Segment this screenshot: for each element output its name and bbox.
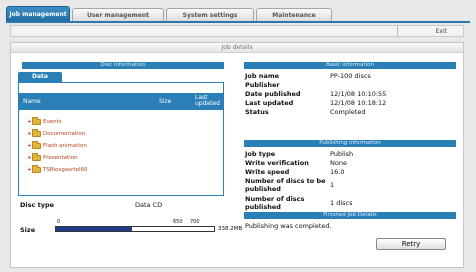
file-tree: Name Size Last updated + Events + Document…: [18, 82, 224, 196]
tab-system-settings[interactable]: System settings: [166, 8, 254, 21]
column-last-updated[interactable]: Last updated: [195, 95, 223, 107]
toolbar: Exit: [10, 25, 464, 37]
date-published-label: Date published: [245, 90, 301, 98]
tree-item-documentation[interactable]: + Documentation: [27, 128, 85, 138]
data-tab[interactable]: Data: [18, 72, 62, 82]
size-label: Size: [20, 226, 36, 234]
tree-item-presentation[interactable]: + Presentation: [27, 152, 78, 162]
job-type-value: Publish: [330, 150, 354, 158]
write-verification-label: Write verification: [245, 159, 309, 167]
size-scale-max: 650: [173, 219, 183, 225]
status-label: Status: [245, 108, 269, 116]
tab-user-management[interactable]: User management: [72, 8, 164, 21]
date-published-value: 12/1/08 10:10:55: [330, 90, 387, 98]
publishing-information-header: Publishing information: [244, 140, 456, 147]
tab-job-management[interactable]: Job management: [6, 6, 70, 21]
status-value: Completed: [330, 108, 366, 116]
publisher-label: Publisher: [245, 81, 280, 89]
last-updated-value: 12/1/08 10:18:12: [330, 99, 387, 107]
folder-icon: [32, 128, 41, 137]
discs-to-publish-value: 1: [330, 181, 335, 189]
write-verification-value: None: [330, 159, 347, 167]
completion-message: Publishing was completed.: [245, 222, 332, 230]
tree-item-events[interactable]: + Events: [27, 116, 62, 126]
finished-job-details-header: Finished Job Details: [244, 212, 456, 219]
size-scale-max2: 700: [190, 219, 200, 225]
tab-maintenance[interactable]: Maintenance: [256, 8, 332, 21]
job-name-label: Job name: [245, 72, 279, 80]
column-name[interactable]: Name: [23, 98, 41, 105]
size-value: 338.2MB: [218, 226, 243, 232]
disc-size-bar: [55, 226, 215, 232]
folder-icon: [32, 116, 41, 125]
tab-underline: [6, 21, 470, 23]
job-name-value: PP-100 discs: [330, 72, 371, 80]
panel-title: Job details: [11, 43, 463, 53]
exit-button[interactable]: Exit: [397, 26, 461, 36]
disc-type-label: Disc type: [20, 201, 55, 209]
folder-icon: [32, 164, 41, 173]
column-size[interactable]: Size: [159, 98, 171, 105]
disc-information-header: Disc information: [22, 62, 224, 69]
disc-size-fill: [56, 227, 132, 231]
write-speed-value: 16.0: [330, 168, 345, 176]
tree-item-folder-5[interactable]: + TSBiosgasrtel60: [27, 164, 87, 174]
size-scale-min: 0: [57, 219, 61, 225]
discs-to-publish-label: Number of discs to be published: [245, 177, 326, 193]
basic-information-header: Basic information: [244, 62, 456, 69]
job-type-label: Job type: [245, 150, 276, 158]
discs-published-value: 1 discs: [330, 199, 353, 207]
write-speed-label: Write speed: [245, 168, 290, 176]
discs-published-label: Number of discs published: [245, 195, 305, 211]
tree-item-flash-animation[interactable]: + Flash animation: [27, 140, 87, 150]
app-window: Job management User management System se…: [0, 0, 476, 272]
folder-icon: [32, 152, 41, 161]
retry-button[interactable]: Retry: [376, 238, 446, 250]
last-updated-label: Last updated: [245, 99, 294, 107]
file-tree-header: Name Size Last updated: [19, 93, 223, 110]
disc-type-value: Data CD: [135, 201, 163, 209]
tab-bar: Job management User management System se…: [6, 4, 470, 21]
folder-icon: [32, 140, 41, 149]
